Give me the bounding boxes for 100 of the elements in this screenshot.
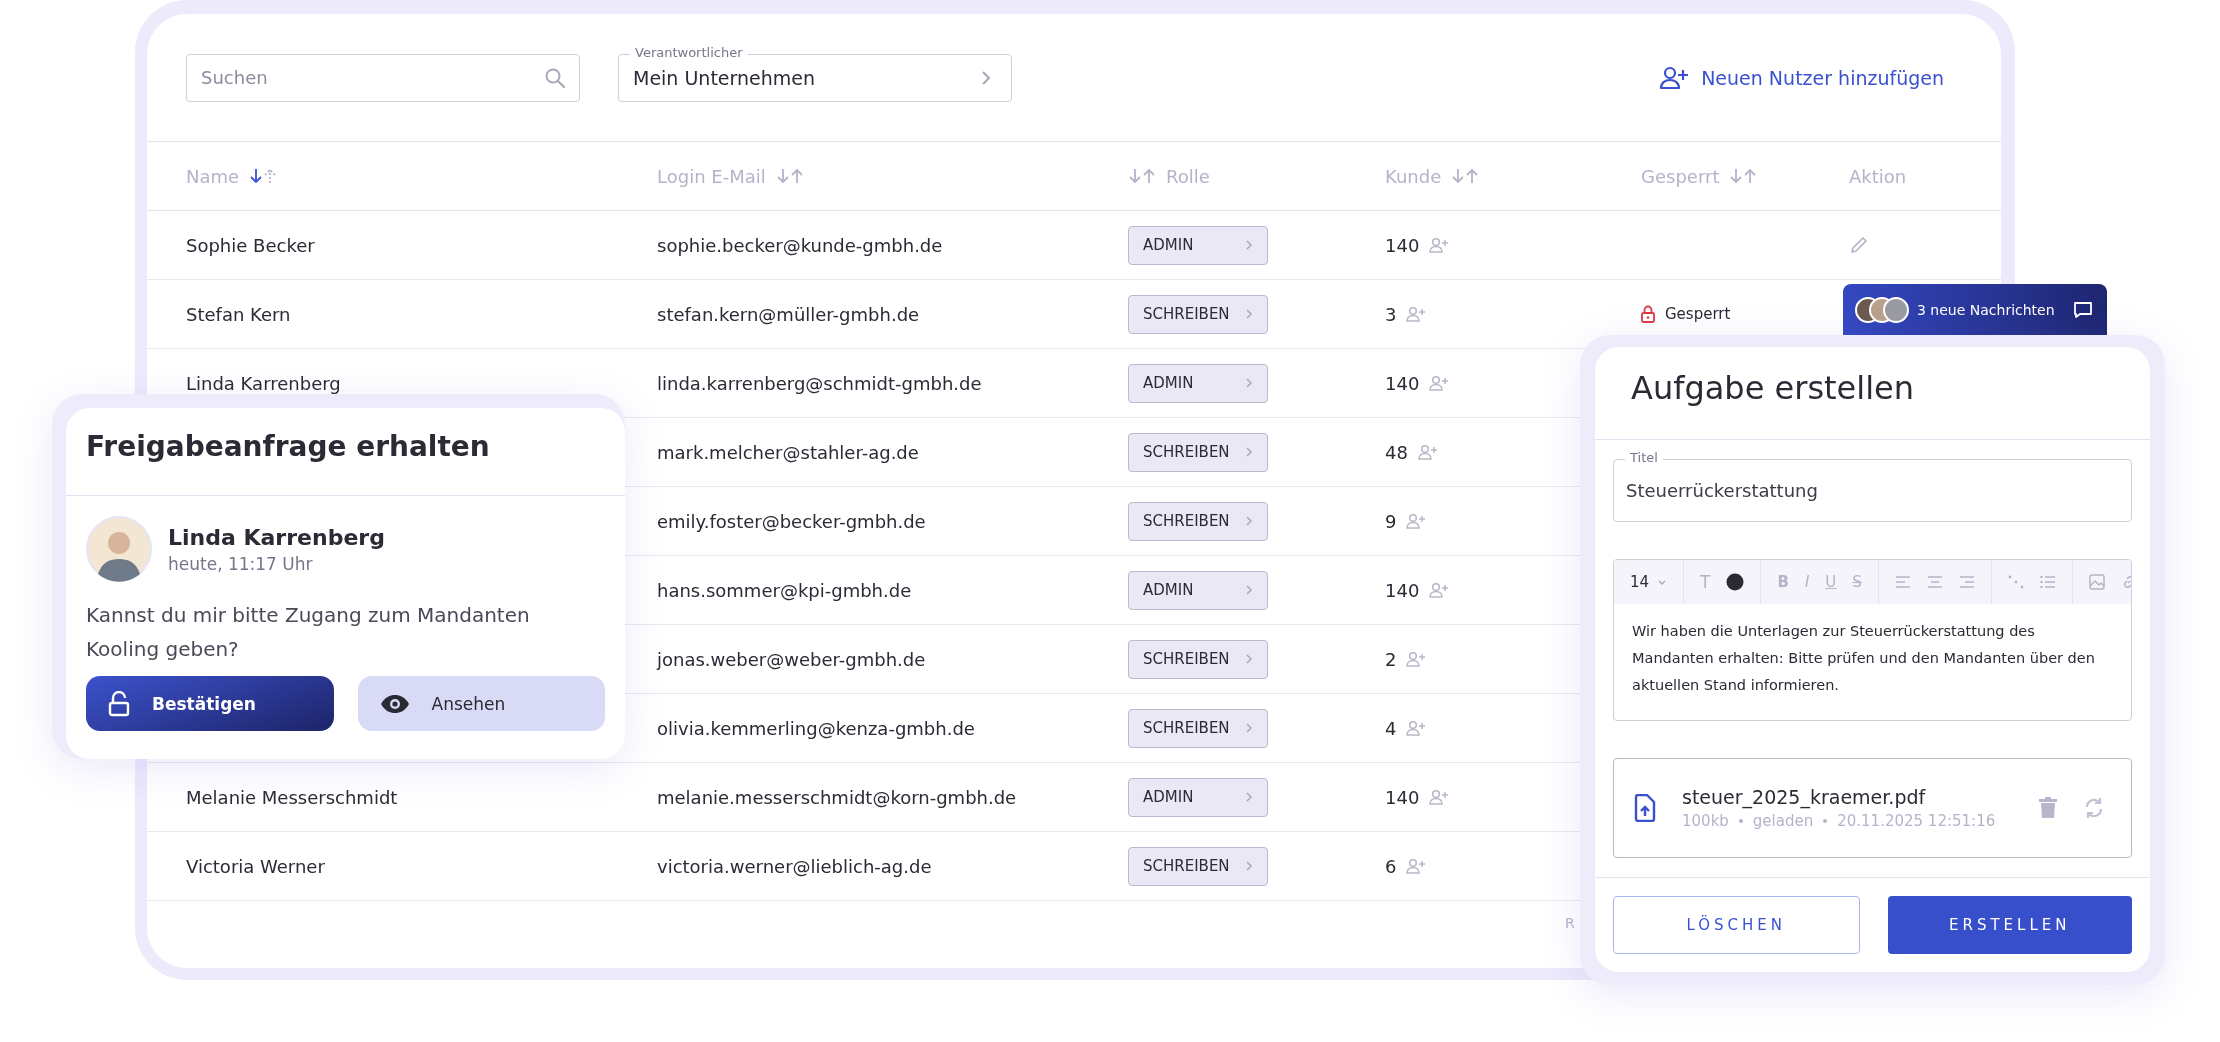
user-plus-icon[interactable] xyxy=(1429,789,1450,805)
customer-count: 9 xyxy=(1385,510,1397,532)
role-dropdown[interactable]: ADMIN xyxy=(1128,570,1268,610)
customer-count: 140 xyxy=(1385,786,1420,808)
user-plus-icon[interactable] xyxy=(1406,306,1427,322)
customer-count: 140 xyxy=(1385,234,1420,256)
email-text: jonas.weber@weber-gmbh.de xyxy=(657,648,926,670)
chevron-right-icon xyxy=(1245,446,1253,458)
user-name: Linda Karrenberg xyxy=(186,372,341,394)
create-button[interactable]: ERSTELLEN xyxy=(1887,896,2132,954)
user-plus-icon[interactable] xyxy=(1406,513,1427,529)
email-text: melanie.messerschmidt@korn-gmbh.de xyxy=(657,786,1017,808)
column-header: Rolle xyxy=(1166,165,1210,187)
confirm-button[interactable]: Bestätigen xyxy=(86,676,334,731)
email-text: hans.sommer@kpi-gmbh.de xyxy=(657,579,912,601)
align-icon[interactable] xyxy=(1926,575,1943,589)
card-title: Aufgabe erstellen xyxy=(1595,347,2150,440)
file-size: 100kb xyxy=(1682,812,1729,830)
role-dropdown[interactable]: SCHREIBEN xyxy=(1128,708,1268,748)
request-message: Kannst du mir bitte Zugang zum Mandanten Kooling geben? xyxy=(86,602,531,663)
role-dropdown[interactable]: SCHREIBEN xyxy=(1128,846,1268,886)
user-plus-icon[interactable] xyxy=(1406,858,1427,874)
avatars-icon xyxy=(1855,295,1909,324)
role-dropdown[interactable]: SCHREIBEN xyxy=(1128,639,1268,679)
chevron-right-icon xyxy=(1245,791,1253,803)
user-plus-icon[interactable] xyxy=(1406,651,1427,667)
image-icon[interactable] xyxy=(2088,574,2105,590)
message-time: heute, 11:17 Uhr xyxy=(168,553,314,574)
email-text: linda.karrenberg@schmidt-gmbh.de xyxy=(657,372,982,394)
align-icon[interactable] xyxy=(1958,575,1975,589)
search-icon xyxy=(544,66,566,89)
align-icon[interactable] xyxy=(1894,575,1911,589)
role-dropdown[interactable]: ADMIN xyxy=(1128,225,1268,265)
sender-name: Linda Karrenberg xyxy=(168,524,385,550)
pencil-icon[interactable] xyxy=(1849,235,1869,255)
chevron-right-icon xyxy=(1245,377,1253,389)
user-plus-icon[interactable] xyxy=(1429,237,1450,253)
card-title: Freigabeanfrage erhalten xyxy=(66,408,625,496)
font-size-dropdown[interactable]: 14 xyxy=(1630,573,1668,591)
list-icon[interactable] xyxy=(2039,575,2056,589)
user-plus-icon[interactable] xyxy=(1417,444,1438,460)
customer-count: 3 xyxy=(1385,303,1397,325)
chevron-right-icon xyxy=(981,69,991,86)
column-header: Gesperrt xyxy=(1641,165,1720,187)
upload-timestamp: 20.11.2025 12:51:16 xyxy=(1837,812,1996,830)
footer-text: R xyxy=(1565,915,1575,931)
user-plus-icon[interactable] xyxy=(1429,582,1450,598)
column-header: Kunde xyxy=(1385,165,1442,187)
email-text: emily.foster@becker-gmbh.de xyxy=(657,510,926,532)
email-text: mark.melcher@stahler-ag.de xyxy=(657,441,919,463)
customer-count: 6 xyxy=(1385,855,1397,877)
user-name: Victoria Werner xyxy=(186,855,325,877)
column-header: Login E-Mail xyxy=(657,165,766,187)
email-text: sophie.becker@kunde-gmbh.de xyxy=(657,234,943,256)
refresh-icon[interactable] xyxy=(2083,796,2105,820)
column-header: Aktion xyxy=(1849,165,1907,187)
add-user-link[interactable]: Neuen Nutzer hinzufügen xyxy=(1659,65,1944,90)
editor-text[interactable]: Wir haben die Unterlagen zur Steuerrückerstattung des Mandanten erhalten: Bitte prüfen und den Mandanten über den aktuellen Stand informieren. xyxy=(1614,604,2131,713)
upload-status: geladen xyxy=(1752,812,1814,830)
user-plus-icon xyxy=(1659,65,1690,90)
chevron-right-icon xyxy=(1245,653,1253,665)
chevron-down-icon xyxy=(1657,578,1668,586)
user-name: Sophie Becker xyxy=(186,234,315,256)
trash-icon[interactable] xyxy=(2039,797,2057,819)
role-dropdown[interactable]: SCHREIBEN xyxy=(1128,432,1268,472)
customer-count: 140 xyxy=(1385,579,1420,601)
chevron-right-icon xyxy=(1245,239,1253,251)
email-text: olivia.kemmerling@kenza-gmbh.de xyxy=(657,717,975,739)
user-plus-icon[interactable] xyxy=(1429,375,1450,391)
file-upload-icon xyxy=(1634,794,1656,822)
user-name: Melanie Messerschmidt xyxy=(186,786,398,808)
view-button[interactable]: Ansehen xyxy=(357,676,605,731)
chevron-right-icon xyxy=(1245,860,1253,872)
customer-count: 48 xyxy=(1385,441,1408,463)
unlock-icon xyxy=(108,690,130,717)
customer-count: 2 xyxy=(1385,648,1397,670)
user-plus-icon[interactable] xyxy=(1406,720,1427,736)
color-dot-icon[interactable] xyxy=(1726,573,1745,591)
chevron-right-icon xyxy=(1245,584,1253,596)
locked-status: Gesperrt xyxy=(1665,305,1731,323)
customer-count: 140 xyxy=(1385,372,1420,394)
search-field[interactable]: Suchen xyxy=(186,53,580,102)
role-dropdown[interactable]: ADMIN xyxy=(1128,777,1268,817)
chat-icon xyxy=(2073,300,2093,319)
sort-icon[interactable] xyxy=(249,166,278,186)
role-dropdown[interactable]: SCHREIBEN xyxy=(1128,501,1268,541)
column-header: Name xyxy=(186,165,240,187)
chevron-right-icon xyxy=(1245,515,1253,527)
customer-count: 4 xyxy=(1385,717,1397,739)
file-name: steuer_2025_kraemer.pdf xyxy=(1682,786,1927,808)
user-name: Stefan Kern xyxy=(186,303,291,325)
chevron-right-icon xyxy=(1245,308,1253,320)
email-text: victoria.werner@lieblich-ag.de xyxy=(657,855,932,877)
role-dropdown[interactable]: SCHREIBEN xyxy=(1128,294,1268,334)
delete-button[interactable]: LÖSCHEN xyxy=(1613,896,1860,954)
role-dropdown[interactable]: ADMIN xyxy=(1128,363,1268,403)
messages-badge[interactable]: 3 neue Nachrichten xyxy=(1843,284,2107,335)
chevron-right-icon xyxy=(1245,722,1253,734)
email-text: stefan.kern@müller-gmbh.de xyxy=(657,303,920,325)
avatar-icon xyxy=(86,516,152,582)
